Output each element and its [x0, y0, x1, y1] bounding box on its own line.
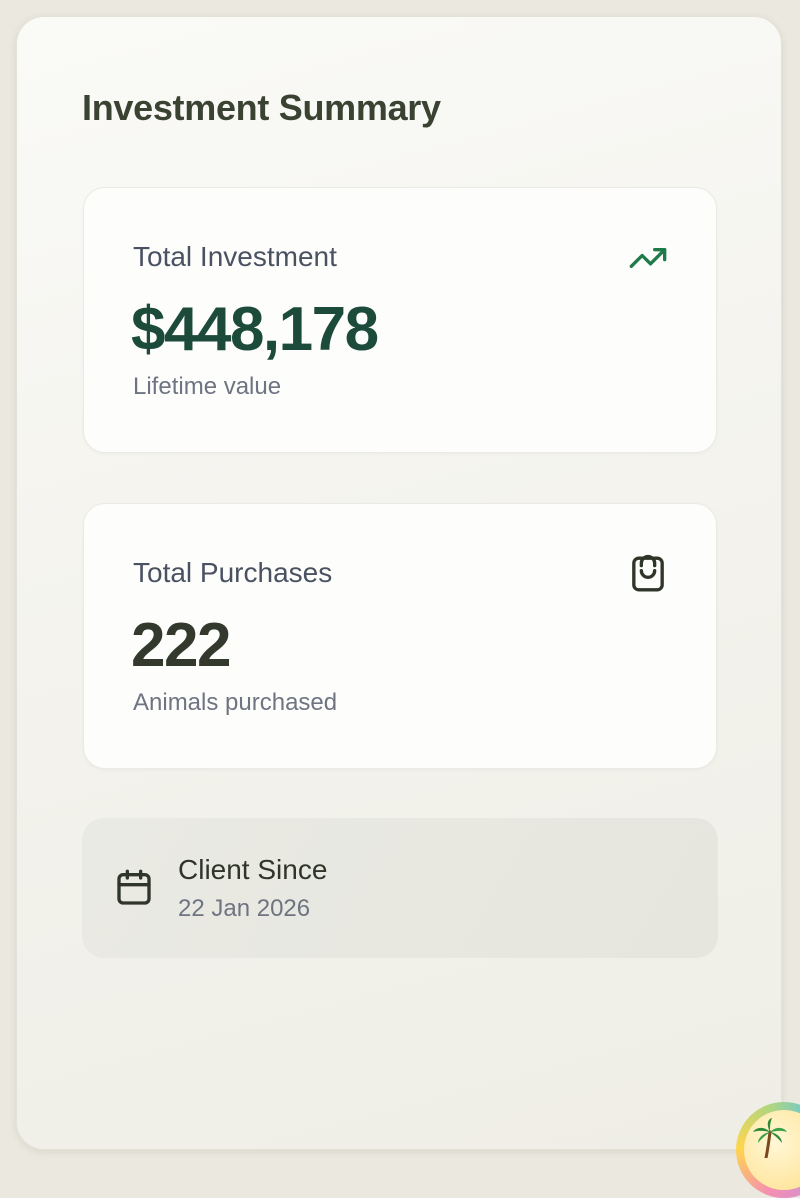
client-since-label: Client Since [178, 854, 328, 885]
total-purchases-card: Total Purchases 222 Animals purchased [83, 503, 717, 769]
page-title: Investment Summary [82, 87, 441, 128]
total-investment-subtitle: Lifetime value [133, 373, 282, 400]
total-investment-card: Total Investment $448,178 Lifetime value [83, 187, 717, 453]
palm-tree-icon [753, 1118, 787, 1158]
total-purchases-subtitle: Animals purchased [133, 689, 338, 716]
calendar-icon [117, 869, 151, 905]
shopping-bag-icon [632, 554, 664, 592]
total-investment-value: $448,178 [131, 295, 379, 364]
client-since-box: Client Since 22 Jan 2026 [82, 818, 718, 958]
total-purchases-label: Total Purchases [133, 557, 333, 588]
trending-up-icon [629, 248, 667, 268]
total-investment-label: Total Investment [133, 241, 337, 272]
client-since-date: 22 Jan 2026 [178, 895, 311, 922]
total-purchases-value: 222 [131, 611, 231, 680]
